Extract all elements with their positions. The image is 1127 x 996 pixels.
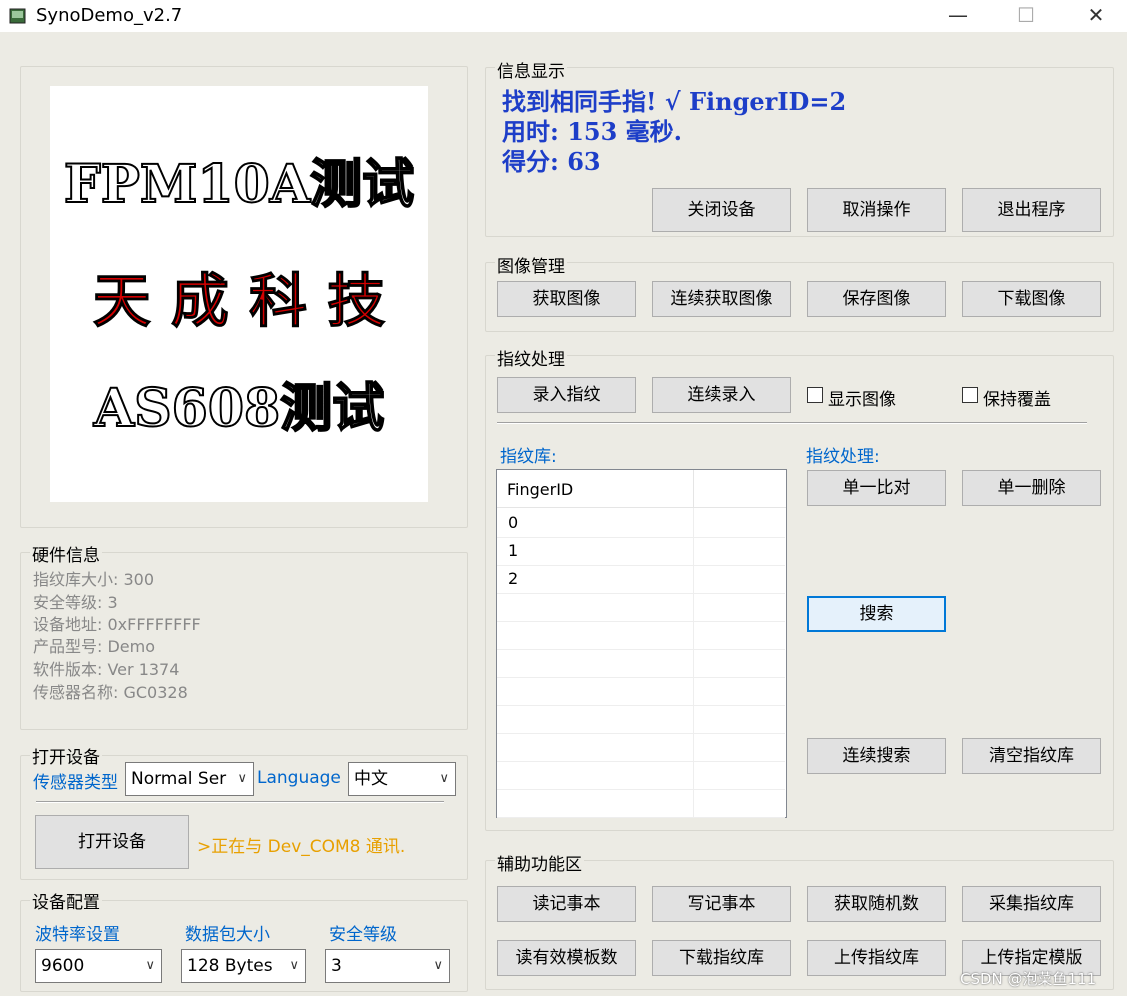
open-device-legend: 打开设备 <box>30 743 102 768</box>
search-button[interactable]: 搜索 <box>807 596 946 632</box>
watermark: CSDN @泡菜鱼111 <box>960 970 1097 988</box>
logo-line-2: 天 成 科 技 <box>92 267 386 336</box>
chevron-down-icon: ∨ <box>439 771 449 786</box>
hardware-line: 软件版本: Ver 1374 <box>33 660 180 679</box>
column-divider <box>693 470 694 508</box>
baud-select[interactable]: 9600 ∨ <box>35 949 162 983</box>
aux-legend: 辅助功能区 <box>495 850 584 875</box>
hardware-legend: 硬件信息 <box>30 541 102 566</box>
list-item[interactable] <box>497 706 785 734</box>
column-divider <box>693 508 694 817</box>
logo-line-3: AS608测试 <box>93 377 385 440</box>
list-item[interactable]: 1 <box>497 538 785 566</box>
language-select[interactable]: 中文 ∨ <box>348 762 456 796</box>
security-level-select[interactable]: 3 ∨ <box>325 949 450 983</box>
upload-library-button[interactable]: 上传指纹库 <box>807 940 946 976</box>
baud-label: 波特率设置 <box>35 925 120 945</box>
single-delete-button[interactable]: 单一删除 <box>962 470 1101 506</box>
hardware-line: 产品型号: Demo <box>33 637 156 656</box>
hardware-line: 安全等级: 3 <box>33 593 118 612</box>
status-text: >正在与 Dev_COM8 通讯. <box>197 837 406 857</box>
minimize-button[interactable]: — <box>935 0 981 32</box>
hardware-line: 传感器名称: GC0328 <box>33 683 188 702</box>
image-management-legend: 图像管理 <box>495 252 567 277</box>
list-item[interactable] <box>497 594 785 622</box>
close-button[interactable]: ✕ <box>1073 0 1119 32</box>
clear-library-button[interactable]: 清空指纹库 <box>962 738 1101 774</box>
chevron-down-icon: ∨ <box>237 771 247 786</box>
separator <box>36 801 444 803</box>
process-label: 指纹处理: <box>806 447 880 467</box>
list-item[interactable] <box>497 790 785 818</box>
logo-image: FPM10A测试 天 成 科 技 AS608测试 <box>50 86 428 502</box>
info-score-line: 得分: 63 <box>502 147 601 176</box>
read-valid-templates-button[interactable]: 读有效模板数 <box>497 940 636 976</box>
single-match-button[interactable]: 单一比对 <box>807 470 946 506</box>
download-image-button[interactable]: 下载图像 <box>962 281 1101 317</box>
list-item[interactable]: 0 <box>497 510 785 538</box>
collect-library-button[interactable]: 采集指纹库 <box>962 886 1101 922</box>
security-level-label: 安全等级 <box>329 925 397 945</box>
keep-cover-label: 保持覆盖 <box>983 390 1051 410</box>
list-item[interactable]: 2 <box>497 566 785 594</box>
window-title: SynoDemo_v2.7 <box>36 5 183 26</box>
fingerprint-list[interactable]: FingerID 0 1 2 <box>496 469 787 818</box>
chevron-down-icon: ∨ <box>145 958 155 973</box>
list-item[interactable] <box>497 622 785 650</box>
read-notepad-button[interactable]: 读记事本 <box>497 886 636 922</box>
packet-size-label: 数据包大小 <box>185 925 270 945</box>
list-item[interactable] <box>497 762 785 790</box>
continuous-enroll-button[interactable]: 连续录入 <box>652 377 791 413</box>
download-library-button[interactable]: 下载指纹库 <box>652 940 791 976</box>
enroll-button[interactable]: 录入指纹 <box>497 377 636 413</box>
maximize-button[interactable]: ☐ <box>1003 0 1049 32</box>
packet-size-select[interactable]: 128 Bytes ∨ <box>181 949 306 983</box>
chevron-down-icon: ∨ <box>289 958 299 973</box>
write-notepad-button[interactable]: 写记事本 <box>652 886 791 922</box>
hardware-line: 指纹库大小: 300 <box>33 570 155 589</box>
get-image-button[interactable]: 获取图像 <box>497 281 636 317</box>
exit-program-button[interactable]: 退出程序 <box>962 188 1101 232</box>
list-header: FingerID <box>497 470 786 508</box>
sensor-type-select[interactable]: Normal Ser ∨ <box>125 762 254 796</box>
separator <box>497 422 1087 424</box>
get-random-button[interactable]: 获取随机数 <box>807 886 946 922</box>
chevron-down-icon: ∨ <box>433 958 443 973</box>
language-label: Language <box>257 768 341 788</box>
library-label: 指纹库: <box>500 447 557 467</box>
fingerprint-legend: 指纹处理 <box>495 345 567 370</box>
hardware-line: 设备地址: 0xFFFFFFFF <box>33 615 201 634</box>
column-header-fingerid[interactable]: FingerID <box>507 480 573 499</box>
cancel-operation-button[interactable]: 取消操作 <box>807 188 946 232</box>
keep-cover-checkbox[interactable] <box>962 387 978 403</box>
close-device-button[interactable]: 关闭设备 <box>652 188 791 232</box>
show-image-label: 显示图像 <box>828 390 896 410</box>
continuous-get-image-button[interactable]: 连续获取图像 <box>652 281 791 317</box>
save-image-button[interactable]: 保存图像 <box>807 281 946 317</box>
list-item[interactable] <box>497 650 785 678</box>
continuous-search-button[interactable]: 连续搜索 <box>807 738 946 774</box>
logo-line-1: FPM10A测试 <box>63 153 415 216</box>
show-image-checkbox[interactable] <box>807 387 823 403</box>
info-legend: 信息显示 <box>495 57 567 82</box>
config-legend: 设备配置 <box>30 888 102 913</box>
list-item[interactable] <box>497 734 785 762</box>
app-icon <box>9 8 26 24</box>
open-device-button[interactable]: 打开设备 <box>35 815 189 869</box>
title-bar: SynoDemo_v2.7 — ☐ ✕ <box>0 0 1127 32</box>
list-item[interactable] <box>497 678 785 706</box>
sensor-type-label: 传感器类型 <box>33 773 118 793</box>
